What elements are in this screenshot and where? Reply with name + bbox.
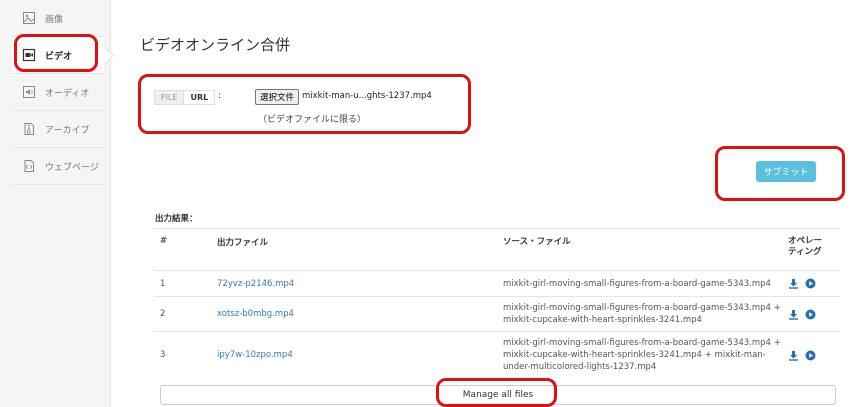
table-row: 3 ipy7w-10zpo.mp4 mixkit-girl-moving-sma…	[154, 331, 840, 378]
tab-file[interactable]: FILE	[154, 90, 185, 105]
row-operations	[788, 278, 816, 289]
file-type-note: （ビデオファイルに限る）	[258, 115, 367, 125]
source-file-line: mixkit-girl-moving-small-figures-from-a-…	[503, 303, 781, 313]
source-file-line: under-multicolored-lights-1237.mp4	[503, 362, 657, 372]
sidebar-item-webpage[interactable]: ウェブページ	[12, 148, 104, 185]
download-icon[interactable]	[788, 350, 799, 361]
archive-icon	[21, 121, 37, 137]
header-num: #	[160, 236, 168, 246]
download-icon[interactable]	[788, 278, 799, 289]
header-ops-line2: ティング	[788, 247, 822, 257]
table-header-row: # 出力ファイル ソース・ファイル オペレー ティング	[154, 228, 840, 270]
manage-all-files-button[interactable]: Manage all files	[160, 385, 836, 405]
table-row: 2 xotsz-b0mbg.mp4 mixkit-girl-moving-sma…	[154, 296, 840, 331]
source-files: mixkit-girl-moving-small-figures-from-a-…	[503, 337, 783, 373]
header-ops-line1: オペレー	[788, 236, 823, 246]
download-icon[interactable]	[788, 309, 799, 320]
output-file-link[interactable]: xotsz-b0mbg.mp4	[217, 309, 294, 319]
source-files: mixkit-girl-moving-small-figures-from-a-…	[503, 278, 783, 290]
sidebar-item-image[interactable]: 画像	[12, 0, 104, 37]
header-output: 出力ファイル	[217, 238, 269, 248]
sidebar-item-audio[interactable]: オーディオ	[12, 74, 104, 111]
sidebar-item-label: ビデオ	[45, 51, 73, 62]
sidebar-item-archive[interactable]: アーカイブ	[12, 111, 104, 148]
source-file-line: mixkit-girl-moving-small-figures-from-a-…	[503, 338, 781, 348]
output-file-link[interactable]: 72yvz-p2146.mp4	[217, 279, 294, 289]
header-source: ソース・ファイル	[503, 237, 571, 247]
row-num: 1	[160, 279, 166, 289]
play-icon[interactable]	[805, 278, 816, 289]
choose-file-button[interactable]: 選択文件	[255, 89, 300, 105]
page-title: ビデオオンライン合併	[140, 36, 291, 54]
row-num: 2	[160, 309, 166, 319]
submit-button[interactable]: サブミット	[756, 161, 816, 182]
table-row: 1 72yvz-p2146.mp4 mixkit-girl-moving-sma…	[154, 270, 840, 296]
source-files: mixkit-girl-moving-small-figures-from-a-…	[503, 302, 783, 326]
play-icon[interactable]	[805, 350, 816, 361]
tab-url[interactable]: URL	[184, 90, 216, 105]
row-operations	[788, 309, 816, 320]
sidebar-item-label: 画像	[45, 14, 64, 25]
input-mode-tabs: FILE URL	[154, 90, 216, 105]
selected-file-name: mixkit-man-u...ghts-1237.mp4	[302, 91, 432, 101]
audio-icon	[21, 84, 37, 100]
image-icon	[21, 10, 37, 26]
header-ops: オペレー ティング	[788, 236, 822, 258]
source-file-line: mixkit-girl-moving-small-figures-from-a-…	[503, 279, 771, 289]
webpage-icon	[21, 158, 37, 174]
row-num: 3	[160, 350, 166, 360]
sidebar-item-video[interactable]: ビデオ	[12, 37, 104, 74]
sidebar-item-label: オーディオ	[45, 88, 90, 99]
results-title: 出力結果：	[155, 214, 198, 224]
play-icon[interactable]	[805, 309, 816, 320]
output-file-link[interactable]: ipy7w-10zpo.mp4	[217, 350, 293, 360]
video-icon	[21, 47, 37, 63]
sidebar-item-label: ウェブページ	[45, 162, 99, 173]
field-colon: :	[218, 91, 222, 101]
row-operations	[788, 350, 816, 361]
source-file-line: mixkit-cupcake-with-heart-sprinkles-3241…	[503, 350, 766, 360]
source-file-line: mixkit-cupcake-with-heart-sprinkles-3241…	[503, 315, 702, 325]
sidebar: 画像 ビデオ オーディオ アーカイブ ウェブページ	[0, 0, 111, 407]
sidebar-item-label: アーカイブ	[45, 125, 90, 136]
